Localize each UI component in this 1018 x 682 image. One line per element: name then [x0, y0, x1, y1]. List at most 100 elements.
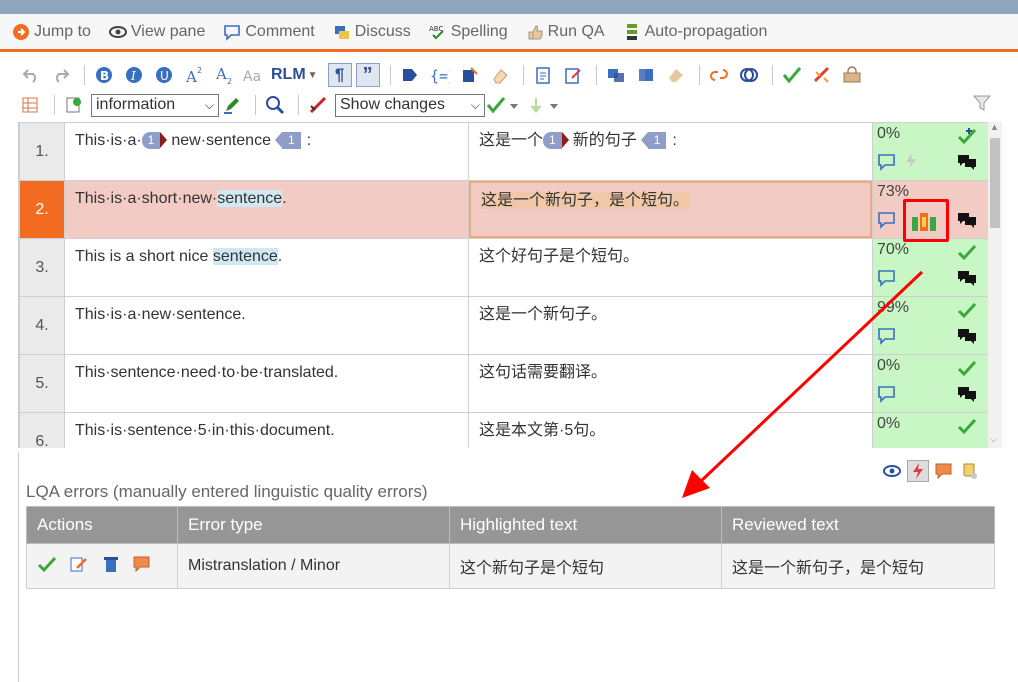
scrollbar-thumb[interactable]: [990, 138, 1000, 228]
menu-discuss[interactable]: Discuss: [333, 23, 411, 41]
document-copy-icon[interactable]: [530, 62, 556, 88]
next-change-icon[interactable]: [525, 92, 563, 118]
document-edit-icon[interactable]: [560, 62, 586, 88]
discussion-icon[interactable]: [957, 327, 977, 350]
target-cell[interactable]: 这是一个 1 新的句子 1:: [468, 122, 873, 181]
tag-info-select[interactable]: information ⌵: [91, 93, 219, 117]
status-cell[interactable]: 70%: [872, 238, 990, 297]
comment-icon[interactable]: [877, 269, 897, 292]
comment-icon[interactable]: [877, 327, 897, 350]
lqa-header-reviewed-text[interactable]: Reviewed text: [721, 506, 995, 544]
eraser-icon[interactable]: [487, 62, 513, 88]
lqa-error-icon[interactable]: [911, 211, 937, 238]
discussion-icon[interactable]: [957, 269, 977, 292]
segment-row[interactable]: 5. This·sentence·need·to·be·translated. …: [19, 354, 990, 413]
subscript-icon[interactable]: A2: [211, 62, 237, 88]
accept-change-icon[interactable]: [485, 92, 521, 118]
track-changes-icon[interactable]: [305, 92, 331, 118]
lqa-header-error-type[interactable]: Error type: [177, 506, 450, 544]
comment-icon[interactable]: [877, 385, 897, 408]
lqa-header-actions[interactable]: Actions: [26, 506, 178, 544]
tag-open[interactable]: 1: [141, 132, 161, 149]
redo-icon[interactable]: [48, 62, 74, 88]
pilcrow-icon[interactable]: ¶: [327, 63, 352, 87]
source-cell[interactable]: This·sentence·need·to·be·translated.: [64, 354, 469, 413]
join-segments-icon[interactable]: [603, 62, 629, 88]
underline-icon[interactable]: U: [151, 62, 177, 88]
target-cell[interactable]: 这个好句子是个短句。: [468, 238, 873, 297]
segment-row-active[interactable]: 2. This·is·a·short·new·sentence. 这是一个新句子…: [19, 180, 990, 239]
tag-close[interactable]: 1: [647, 132, 667, 149]
tag-open[interactable]: 1: [543, 132, 562, 149]
source-highlight: sentence: [212, 248, 278, 265]
discussion-icon[interactable]: [957, 385, 977, 408]
reject-icon[interactable]: [809, 62, 835, 88]
clear-segment-icon[interactable]: [663, 62, 689, 88]
status-cell[interactable]: 0%: [872, 354, 990, 413]
add-comment-icon[interactable]: [61, 92, 87, 118]
scroll-up-icon[interactable]: ▲: [990, 122, 999, 132]
source-cell[interactable]: This·is·a·short·new·sentence.: [64, 180, 469, 239]
rlm-button[interactable]: RLM ▼: [271, 66, 318, 84]
placeholder-icon[interactable]: {=}: [427, 62, 453, 88]
target-cell[interactable]: 这是本文第·5句。: [468, 412, 873, 448]
segment-row[interactable]: 3. This is a short nice sentence. 这个好句子是…: [19, 238, 990, 297]
grid-scrollbar[interactable]: ▲ ⌵: [988, 122, 1002, 448]
discussion-icon[interactable]: [957, 153, 977, 176]
source-cell[interactable]: This is a short nice sentence.: [64, 238, 469, 297]
segment-row[interactable]: 6. This·is·sentence·5·in·this·document. …: [19, 412, 990, 448]
filter-icon[interactable]: [972, 94, 992, 117]
confirm-check-icon[interactable]: [779, 62, 805, 88]
comment-icon[interactable]: [132, 555, 152, 578]
menu-comment[interactable]: Comment: [223, 23, 315, 41]
scroll-icon[interactable]: [959, 460, 981, 482]
menu-jump-to[interactable]: Jump to: [12, 23, 91, 41]
superscript-icon[interactable]: A2: [181, 62, 207, 88]
status-cell[interactable]: 0%: [872, 122, 990, 181]
menu-view-pane[interactable]: View pane: [108, 23, 205, 41]
source-cell[interactable]: This·is·sentence·5·in·this·document.: [64, 412, 469, 448]
lqa-error-row[interactable]: Mistranslation / Minor 这个新句子是个短句 这是一个新句子…: [26, 543, 995, 589]
font-size-icon[interactable]: Aa: [241, 62, 267, 88]
undo-icon[interactable]: [18, 62, 44, 88]
menu-spelling[interactable]: ABC Spelling: [429, 23, 508, 41]
copy-tags-icon[interactable]: [457, 62, 483, 88]
delete-icon[interactable]: [102, 555, 120, 578]
target-cell[interactable]: 这句话需要翻译。: [468, 354, 873, 413]
comment-icon[interactable]: [933, 460, 955, 482]
bold-icon[interactable]: B: [91, 62, 117, 88]
menu-auto-propagation[interactable]: Auto-propagation: [623, 23, 767, 41]
menu-run-qa[interactable]: Run QA: [526, 23, 605, 41]
quote-icon[interactable]: ”: [355, 63, 380, 87]
segment-row[interactable]: 4. This·is·a·new·sentence. 这是一个新句子。 99%: [19, 296, 990, 355]
lightning-icon[interactable]: [903, 152, 919, 175]
search-icon[interactable]: [262, 92, 288, 118]
segment-row[interactable]: 1. This·is·a· 1 new·sentence 1: 这是一个 1 新的句子 1:…: [19, 122, 990, 181]
scroll-down-icon[interactable]: ⌵: [990, 434, 997, 445]
italic-icon[interactable]: I: [121, 62, 147, 88]
concordance-icon[interactable]: [706, 62, 732, 88]
tag-close[interactable]: 1: [281, 132, 301, 149]
discussion-icon[interactable]: [957, 211, 977, 234]
eye-icon[interactable]: [881, 460, 903, 482]
status-cell[interactable]: 0%: [872, 412, 990, 448]
lookup-icon[interactable]: [736, 62, 762, 88]
lightning-icon[interactable]: [907, 460, 929, 482]
comment-icon[interactable]: [877, 211, 897, 234]
split-segment-icon[interactable]: [633, 62, 659, 88]
target-cell[interactable]: 这是一个新句子，是个短句。: [468, 180, 873, 239]
accept-check-icon[interactable]: [37, 555, 57, 578]
status-cell[interactable]: 99%: [872, 296, 990, 355]
edit-icon[interactable]: [69, 555, 89, 578]
table-filter-icon[interactable]: [18, 92, 44, 118]
target-cell[interactable]: 这是一个新句子。: [468, 296, 873, 355]
lqa-header-highlighted-text[interactable]: Highlighted text: [449, 506, 722, 544]
highlighter-icon[interactable]: [219, 92, 245, 118]
status-cell[interactable]: 73%: [872, 180, 990, 239]
insert-tag-icon[interactable]: [397, 62, 423, 88]
source-cell[interactable]: This·is·a· 1 new·sentence 1:: [64, 122, 469, 181]
lock-segment-icon[interactable]: [839, 62, 865, 88]
comment-icon[interactable]: [877, 153, 897, 176]
source-cell[interactable]: This·is·a·new·sentence.: [64, 296, 469, 355]
show-changes-select[interactable]: Show changes ⌵: [335, 93, 485, 117]
